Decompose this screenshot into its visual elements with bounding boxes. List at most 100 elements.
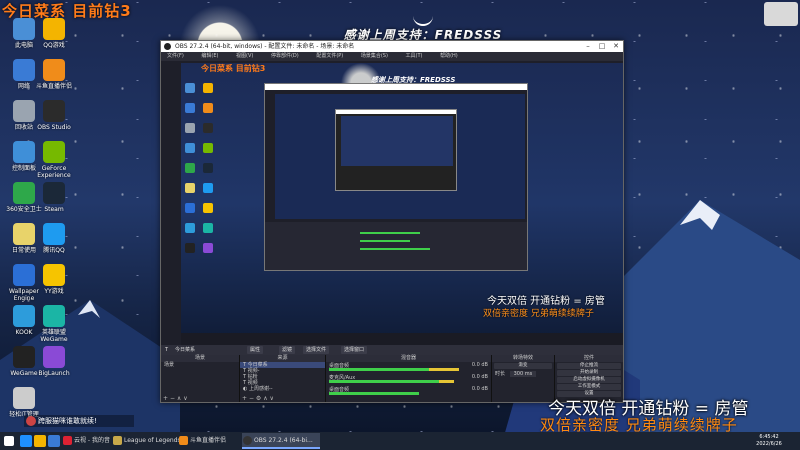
bottom-notice-text: 跨服猫咪谁敢就续! bbox=[38, 417, 97, 425]
preview-icon bbox=[185, 243, 195, 253]
desktop-icon[interactable]: QQ游戏 bbox=[32, 18, 76, 49]
scenes-header: 场景 bbox=[161, 355, 239, 362]
select-window-button[interactable]: 选择窗口 bbox=[341, 346, 368, 354]
taskbar-app-obs[interactable]: OBS 27.2.4 (64-bi... bbox=[242, 433, 320, 449]
app-icon bbox=[43, 223, 65, 245]
desktop-icon[interactable]: 英雄联盟WeGame bbox=[32, 305, 76, 343]
desktop-icon-label: OBS Studio bbox=[37, 124, 71, 131]
menu-file[interactable]: 文件(F) bbox=[167, 53, 184, 59]
add-scene-icon[interactable]: + bbox=[163, 395, 168, 402]
taskbar-app-label: 云视 - 我的音乐... bbox=[74, 437, 110, 444]
transition-type-select[interactable]: 渐变 bbox=[494, 363, 552, 369]
desktop-icon[interactable]: Steam bbox=[32, 182, 76, 213]
mixer-meter bbox=[329, 392, 419, 395]
desktop-icon[interactable]: GeForce Experience bbox=[32, 141, 76, 179]
preview-icon bbox=[203, 103, 213, 113]
move-down-icon[interactable]: ∨ bbox=[183, 395, 187, 402]
duration-input[interactable]: 300 ms bbox=[509, 371, 537, 377]
desktop-icon[interactable]: 腾讯QQ bbox=[32, 223, 76, 254]
taskbar-pinned-icon[interactable] bbox=[20, 435, 32, 447]
app-icon bbox=[43, 264, 65, 286]
app-icon bbox=[43, 59, 65, 81]
desktop-icon-label: 英雄联盟WeGame bbox=[40, 329, 68, 343]
desktop-icon[interactable]: YY游戏 bbox=[32, 264, 76, 295]
source-item[interactable]: ◐ 上周感谢-- bbox=[240, 386, 325, 392]
menu-view[interactable]: 视图(V) bbox=[236, 53, 253, 59]
preview-icon bbox=[203, 83, 213, 93]
preview-icon bbox=[203, 203, 213, 213]
menu-docks[interactable]: 停靠部件(D) bbox=[271, 53, 299, 59]
select-file-button[interactable]: 选择文件 bbox=[303, 346, 330, 354]
obs-icon bbox=[243, 436, 252, 445]
desktop-icon[interactable]: 斗鱼直播伴侣 bbox=[32, 59, 76, 90]
filters-button[interactable]: 滤镜 bbox=[279, 346, 296, 354]
sources-footer: + − ⚙ ∧ ∨ bbox=[240, 395, 327, 402]
mixer-header: 混音器 bbox=[326, 355, 491, 362]
scenes-dock: 场景 场景 + − ∧ ∨ bbox=[161, 355, 240, 402]
league-icon bbox=[113, 436, 122, 445]
taskbar-app-label: 斗鱼直播伴侣 bbox=[190, 437, 227, 444]
top-right-widget[interactable] bbox=[764, 2, 798, 26]
source-settings-icon[interactable]: ⚙ bbox=[256, 395, 261, 402]
obs-titlebar[interactable]: OBS 27.2.4 (64-bit, windows) - 配置文件: 未命名… bbox=[161, 41, 623, 52]
taskbar-app-label: League of Legends bbox=[124, 437, 181, 444]
move-down-icon[interactable]: ∨ bbox=[270, 395, 274, 402]
menu-edit[interactable]: 编辑(E) bbox=[201, 53, 218, 59]
taskbar-clock[interactable]: 6:45:42 2022/6/26 bbox=[740, 434, 798, 448]
menu-help[interactable]: 帮助(H) bbox=[440, 53, 458, 59]
taskbar: 云视 - 我的音乐... League of Legends 斗鱼直播伴侣 OB… bbox=[0, 432, 800, 450]
add-source-icon[interactable]: + bbox=[242, 395, 247, 402]
taskbar-app[interactable]: League of Legends bbox=[112, 433, 186, 449]
desktop-icon[interactable]: 轻松IT管理 bbox=[2, 387, 46, 418]
app-icon bbox=[13, 387, 35, 409]
banner-ornament bbox=[413, 12, 433, 26]
start-recording-button[interactable]: 开始录制 bbox=[557, 370, 621, 376]
notice-avatar-icon bbox=[26, 416, 36, 426]
preview-icon bbox=[203, 183, 213, 193]
start-virtual-camera-button[interactable]: 启动虚拟摄像机 bbox=[557, 377, 621, 383]
desktop-icon-label: 斗鱼直播伴侣 bbox=[35, 83, 72, 90]
desktop-icon[interactable]: BigLaunch bbox=[32, 346, 76, 377]
menu-scene-collection[interactable]: 场景集合(S) bbox=[361, 53, 388, 59]
move-up-icon[interactable]: ∧ bbox=[177, 395, 181, 402]
obs-logo-icon bbox=[164, 43, 171, 50]
mixer-track: 桌面音频 0.0 dB bbox=[326, 386, 491, 398]
app-icon bbox=[43, 346, 65, 368]
mixer-meter bbox=[329, 380, 439, 383]
mixer-meter bbox=[329, 368, 429, 371]
preview-icon bbox=[185, 163, 195, 173]
close-button[interactable]: ✕ bbox=[609, 41, 623, 52]
current-scene-label: 今日菜系 bbox=[175, 347, 196, 353]
source-toolbar: T 今日菜系 属性 滤镜 选择文件 选择窗口 bbox=[161, 345, 623, 355]
remove-source-icon[interactable]: − bbox=[249, 395, 254, 402]
menu-tools[interactable]: 工具(T) bbox=[406, 53, 423, 59]
properties-button[interactable]: 属性 bbox=[247, 346, 264, 354]
mixer-track-db: 0.0 dB bbox=[471, 386, 488, 392]
windows-start-icon[interactable] bbox=[4, 436, 14, 446]
taskbar-app[interactable]: 斗鱼直播伴侣 bbox=[178, 433, 250, 449]
move-up-icon[interactable]: ∧ bbox=[263, 395, 267, 402]
taskbar-pinned-icon[interactable] bbox=[34, 435, 46, 447]
menu-profile[interactable]: 配置文件(P) bbox=[316, 53, 343, 59]
minimize-button[interactable]: – bbox=[581, 41, 595, 52]
preview-top-title: 今日菜系 目前钻3 bbox=[201, 64, 266, 73]
nested-meter bbox=[360, 248, 430, 250]
nested2-preview bbox=[341, 116, 453, 166]
nested2-titlebar bbox=[336, 110, 456, 114]
scene-item[interactable]: 场景 bbox=[161, 362, 239, 368]
mixer-track-db: 0.0 dB bbox=[471, 374, 488, 380]
clock-date: 2022/6/26 bbox=[756, 441, 782, 447]
taskbar-pinned-icon[interactable] bbox=[48, 435, 60, 447]
studio-mode-button[interactable]: 工作室模式 bbox=[557, 384, 621, 390]
desktop-icon[interactable]: OBS Studio bbox=[32, 100, 76, 131]
preview-icon bbox=[185, 223, 195, 233]
desktop-icon-label: QQ游戏 bbox=[43, 42, 65, 49]
preview-nested-obs bbox=[264, 83, 528, 271]
desktop-icon-label: Steam bbox=[44, 206, 64, 213]
remove-scene-icon[interactable]: − bbox=[170, 395, 175, 402]
maximize-button[interactable]: □ bbox=[595, 41, 609, 52]
mixer-meter-yellow bbox=[429, 368, 459, 371]
stop-streaming-button[interactable]: 停止推流 bbox=[557, 363, 621, 369]
obs-preview[interactable]: 今日菜系 目前钻3 感谢上周支持：FREDSSS 今天双倍 开通钻粉 = 房管 … bbox=[181, 63, 623, 345]
obs-window[interactable]: OBS 27.2.4 (64-bit, windows) - 配置文件: 未命名… bbox=[160, 40, 624, 403]
